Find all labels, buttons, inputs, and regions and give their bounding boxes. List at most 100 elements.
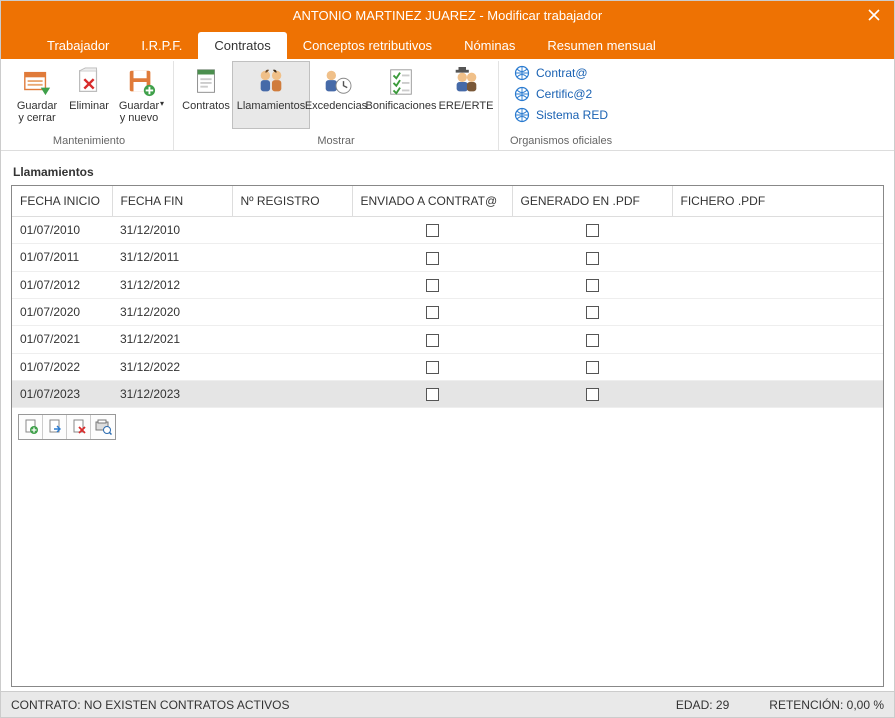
- cell-generado[interactable]: [512, 217, 672, 244]
- cell-fichero[interactable]: [672, 244, 883, 271]
- checkbox[interactable]: [426, 306, 439, 319]
- col-generado[interactable]: GENERADO EN .PDF: [512, 186, 672, 217]
- cell-enviado[interactable]: [352, 217, 512, 244]
- tab-irpf[interactable]: I.R.P.F.: [125, 32, 198, 59]
- cell-enviado[interactable]: [352, 271, 512, 298]
- cell-fecha-fin[interactable]: 31/12/2010: [112, 217, 232, 244]
- cell-fecha-fin[interactable]: 31/12/2023: [112, 380, 232, 407]
- save-new-button[interactable]: Guardar y nuevo ▾: [115, 61, 167, 129]
- add-row-button[interactable]: [19, 415, 43, 439]
- col-registro[interactable]: Nº REGISTRO: [232, 186, 352, 217]
- cell-fecha-inicio[interactable]: 01/07/2012: [12, 271, 112, 298]
- titlebar: ANTONIO MARTINEZ JUAREZ - Modificar trab…: [1, 1, 894, 29]
- save-close-button[interactable]: Guardar y cerrar: [11, 61, 63, 129]
- cell-fecha-fin[interactable]: 31/12/2020: [112, 298, 232, 325]
- cell-enviado[interactable]: [352, 298, 512, 325]
- cell-enviado[interactable]: [352, 244, 512, 271]
- checkbox[interactable]: [586, 279, 599, 292]
- tab-conceptos-retributivos[interactable]: Conceptos retributivos: [287, 32, 448, 59]
- cell-fichero[interactable]: [672, 271, 883, 298]
- checkbox[interactable]: [426, 252, 439, 265]
- checkbox[interactable]: [586, 306, 599, 319]
- delete-row-button[interactable]: [67, 415, 91, 439]
- people-hat-icon: [450, 66, 482, 98]
- link-sistema-red[interactable]: Sistema RED: [511, 105, 611, 125]
- cell-fecha-fin[interactable]: 31/12/2021: [112, 326, 232, 353]
- table-row[interactable]: 01/07/202031/12/2020: [12, 298, 883, 325]
- link-certifica2[interactable]: Certific@2: [511, 84, 611, 104]
- cell-fecha-fin[interactable]: 31/12/2012: [112, 271, 232, 298]
- cell-fichero[interactable]: [672, 217, 883, 244]
- preview-button[interactable]: [91, 415, 115, 439]
- checkbox[interactable]: [586, 334, 599, 347]
- table-row[interactable]: 01/07/202131/12/2021: [12, 326, 883, 353]
- delete-button[interactable]: Eliminar: [63, 61, 115, 129]
- cell-fecha-inicio[interactable]: 01/07/2021: [12, 326, 112, 353]
- tab-nominas[interactable]: Nóminas: [448, 32, 531, 59]
- checkbox[interactable]: [586, 224, 599, 237]
- excedencias-button[interactable]: Excedencias: [310, 61, 362, 129]
- cell-fichero[interactable]: [672, 298, 883, 325]
- cell-fichero[interactable]: [672, 353, 883, 380]
- cell-fecha-inicio[interactable]: 01/07/2020: [12, 298, 112, 325]
- cell-registro[interactable]: [232, 380, 352, 407]
- edit-row-button[interactable]: [43, 415, 67, 439]
- cell-fecha-fin[interactable]: 31/12/2011: [112, 244, 232, 271]
- cell-registro[interactable]: [232, 326, 352, 353]
- bonificaciones-button[interactable]: Bonificaciones: [362, 61, 440, 129]
- table-row[interactable]: 01/07/201031/12/2010: [12, 217, 883, 244]
- col-enviado[interactable]: ENVIADO A CONTRAT@: [352, 186, 512, 217]
- table-row[interactable]: 01/07/201131/12/2011: [12, 244, 883, 271]
- cell-registro[interactable]: [232, 298, 352, 325]
- col-fichero[interactable]: FICHERO .PDF: [672, 186, 883, 217]
- cell-generado[interactable]: [512, 353, 672, 380]
- cell-generado[interactable]: [512, 298, 672, 325]
- chevron-down-icon: ▾: [160, 100, 164, 109]
- tab-contratos[interactable]: Contratos: [198, 32, 286, 59]
- cell-fichero[interactable]: [672, 380, 883, 407]
- checkbox[interactable]: [426, 334, 439, 347]
- close-button[interactable]: [854, 1, 894, 29]
- cell-fecha-inicio[interactable]: 01/07/2010: [12, 217, 112, 244]
- tab-resumen-mensual[interactable]: Resumen mensual: [531, 32, 671, 59]
- cell-fichero[interactable]: [672, 326, 883, 353]
- checkbox[interactable]: [586, 252, 599, 265]
- checkbox[interactable]: [426, 388, 439, 401]
- table-row[interactable]: 01/07/202231/12/2022: [12, 353, 883, 380]
- checkbox[interactable]: [426, 279, 439, 292]
- table-row[interactable]: 01/07/202331/12/2023: [12, 380, 883, 407]
- status-retencion-value: 0,00 %: [847, 698, 884, 712]
- checkbox[interactable]: [586, 361, 599, 374]
- page-delete-icon: [71, 419, 87, 435]
- cell-registro[interactable]: [232, 244, 352, 271]
- document-icon: [190, 66, 222, 98]
- col-fecha-inicio[interactable]: FECHA INICIO: [12, 186, 112, 217]
- cell-generado[interactable]: [512, 271, 672, 298]
- cell-enviado[interactable]: [352, 326, 512, 353]
- link-contrata[interactable]: Contrat@: [511, 63, 611, 83]
- checkbox[interactable]: [426, 361, 439, 374]
- cell-fecha-inicio[interactable]: 01/07/2011: [12, 244, 112, 271]
- statusbar: CONTRATO: NO EXISTEN CONTRATOS ACTIVOS E…: [1, 691, 894, 717]
- tab-trabajador[interactable]: Trabajador: [31, 32, 125, 59]
- col-fecha-fin[interactable]: FECHA FIN: [112, 186, 232, 217]
- checkbox[interactable]: [426, 224, 439, 237]
- tabsbar: Trabajador I.R.P.F. Contratos Conceptos …: [1, 29, 894, 59]
- cell-fecha-inicio[interactable]: 01/07/2022: [12, 353, 112, 380]
- llamamientos-table[interactable]: FECHA INICIO FECHA FIN Nº REGISTRO ENVIA…: [12, 186, 883, 408]
- cell-generado[interactable]: [512, 380, 672, 407]
- cell-generado[interactable]: [512, 244, 672, 271]
- cell-enviado[interactable]: [352, 380, 512, 407]
- cell-generado[interactable]: [512, 326, 672, 353]
- cell-registro[interactable]: [232, 271, 352, 298]
- checkbox[interactable]: [586, 388, 599, 401]
- cell-registro[interactable]: [232, 353, 352, 380]
- cell-registro[interactable]: [232, 217, 352, 244]
- llamamientos-button[interactable]: Llamamientos: [232, 61, 310, 129]
- cell-fecha-fin[interactable]: 31/12/2022: [112, 353, 232, 380]
- table-row[interactable]: 01/07/201231/12/2012: [12, 271, 883, 298]
- contratos-button[interactable]: Contratos: [180, 61, 232, 129]
- cell-enviado[interactable]: [352, 353, 512, 380]
- cell-fecha-inicio[interactable]: 01/07/2023: [12, 380, 112, 407]
- ere-erte-button[interactable]: ERE/ERTE: [440, 61, 492, 129]
